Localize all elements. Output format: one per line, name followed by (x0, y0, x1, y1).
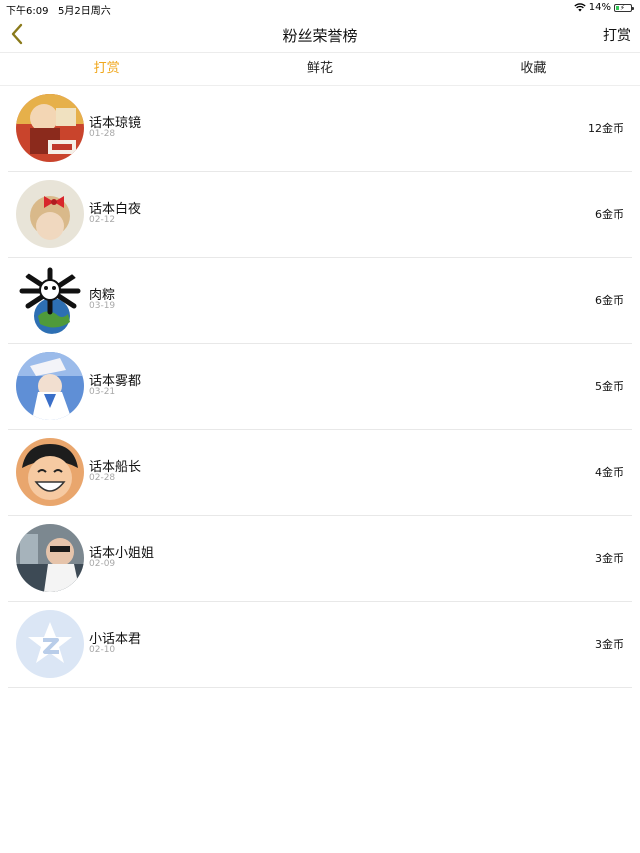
reward-button[interactable]: 打赏 (603, 25, 631, 45)
reward-amount: 4金币 (595, 466, 624, 479)
reward-date: 02-28 (89, 473, 116, 483)
status-date: 5月2日周六 (58, 6, 111, 17)
reward-amount: 12金币 (588, 122, 624, 135)
battery-icon: ⚡ (614, 3, 634, 12)
list-item[interactable]: 小话本君 02-10 3金币 (8, 602, 632, 688)
tab-reward[interactable]: 打赏 (0, 53, 213, 85)
avatar (16, 352, 84, 420)
avatar (16, 524, 84, 592)
list-item[interactable]: 话本雾都 03-21 5金币 (8, 344, 632, 430)
battery-percent: 14% (588, 2, 611, 13)
reward-date: 03-19 (89, 301, 116, 311)
status-indicators: 14% ⚡ (574, 2, 634, 13)
reward-amount: 5金币 (595, 380, 624, 393)
tab-flowers[interactable]: 鲜花 (213, 53, 426, 85)
avatar (16, 438, 84, 506)
reward-date: 02-09 (89, 559, 116, 569)
reward-amount: 3金币 (595, 552, 624, 565)
reward-amount: 6金币 (595, 208, 624, 221)
tab-bar: 打赏 鲜花 收藏 (0, 53, 640, 85)
status-time: 下午6:09 (6, 6, 49, 17)
list-item[interactable]: 话本琼镜 01-28 12金币 (8, 86, 632, 172)
reward-amount: 3金币 (595, 638, 624, 651)
avatar (16, 94, 84, 162)
avatar (16, 266, 84, 334)
page-title: 粉丝荣誉榜 (282, 27, 358, 45)
reward-date: 02-10 (89, 645, 116, 655)
list-item[interactable]: 肉粽 03-19 6金币 (8, 258, 632, 344)
list-item[interactable]: 话本船长 02-28 4金币 (8, 430, 632, 516)
list-item[interactable]: 话本白夜 02-12 6金币 (8, 172, 632, 258)
reward-amount: 6金币 (595, 294, 624, 307)
list-item[interactable]: 话本小姐姐 02-09 3金币 (8, 516, 632, 602)
reward-date: 03-21 (89, 387, 116, 397)
navigation-bar: 粉丝荣誉榜 打赏 (0, 16, 640, 53)
avatar (16, 610, 84, 678)
reward-date: 01-28 (89, 129, 116, 139)
fan-ranking-list: 话本琼镜 01-28 12金币 话本白夜 02-12 6金币 肉粽 03-19 … (0, 86, 640, 688)
reward-date: 02-12 (89, 215, 116, 225)
status-bar: 下午6:09 5月2日周六 14% ⚡ (0, 0, 640, 17)
tab-favorites[interactable]: 收藏 (427, 53, 640, 85)
avatar (16, 180, 84, 248)
wifi-icon (574, 3, 586, 12)
